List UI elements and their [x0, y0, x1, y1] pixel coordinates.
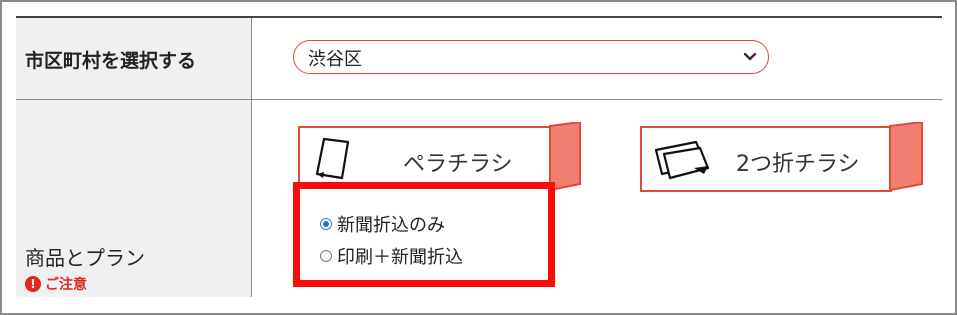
municipality-label: 市区町村を選択する — [25, 50, 197, 72]
product-card-label: 2つ折チラシ — [736, 152, 860, 177]
radio-button[interactable] — [320, 250, 332, 262]
products-label: 商品とプラン — [25, 246, 145, 270]
plan-option-newspaper-insert[interactable]: 新聞折込のみ — [320, 211, 445, 237]
municipality-select[interactable]: 渋谷区 — [293, 40, 769, 74]
chevron-down-icon — [743, 52, 757, 61]
product-card-folded-flyer[interactable]: 2つ折チラシ — [640, 122, 924, 193]
row-divider — [16, 99, 942, 100]
radio-button-checked[interactable] — [320, 218, 332, 230]
exclamation-icon: ! — [25, 276, 41, 292]
single-sheet-flyer-icon — [315, 137, 350, 180]
plan-radio-group: 新聞折込のみ 印刷＋新聞折込 — [293, 182, 555, 287]
caution-note[interactable]: ! ご注意 — [25, 274, 87, 294]
plan-option-label: 印刷＋新聞折込 — [337, 247, 463, 268]
card-3d-edge — [889, 122, 923, 192]
plan-option-label: 新聞折込のみ — [337, 215, 445, 236]
column-divider — [251, 18, 252, 297]
municipality-select-value: 渋谷区 — [308, 49, 362, 70]
product-card-label: ペラチラシ — [403, 152, 513, 177]
folded-flyer-icon — [654, 140, 710, 180]
plan-option-print-and-insert[interactable]: 印刷＋新聞折込 — [320, 243, 463, 269]
caution-note-label: ご注意 — [45, 277, 87, 293]
